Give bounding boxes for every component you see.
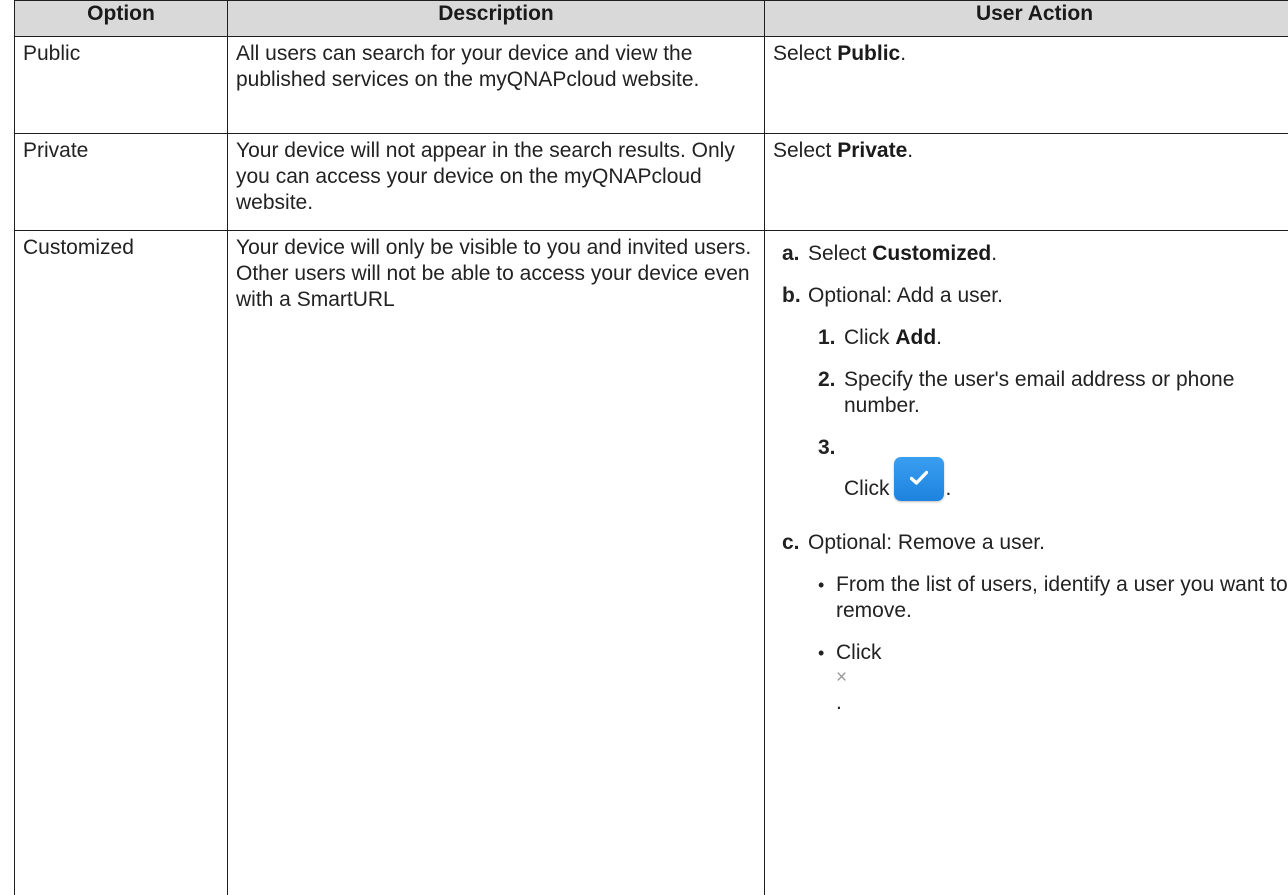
- substep-text: Click Add.: [844, 325, 1288, 351]
- description-cell: Your device will only be visible to you …: [228, 231, 765, 895]
- substep-2: 2. Specify the user's email address or p…: [818, 367, 1288, 419]
- step-a-bold: Customized: [872, 242, 991, 265]
- action-period: .: [900, 42, 906, 65]
- action-text: Select: [773, 42, 837, 65]
- checkmark-icon: [910, 470, 928, 486]
- substep-3-prefix: Click: [844, 477, 890, 500]
- option-cell: Public: [15, 37, 228, 134]
- step-c-body: Optional: Remove a user. • From the list…: [808, 530, 1288, 732]
- step-marker: c.: [782, 530, 808, 732]
- substep-3-suffix: .: [946, 477, 952, 500]
- substep-marker: 2.: [818, 367, 844, 419]
- substep-1-prefix: Click: [844, 326, 895, 349]
- step-b: b. Optional: Add a user. 1. Click Add. 2…: [782, 283, 1288, 518]
- confirm-button: [894, 457, 944, 501]
- bullet-2: • Click × .: [818, 640, 1288, 716]
- bullet-text: Click × .: [836, 640, 1288, 716]
- step-a-suffix: .: [991, 242, 997, 265]
- bullet-2-suffix: .: [836, 691, 842, 714]
- step-b-text: Optional: Add a user.: [808, 284, 1003, 307]
- bullet-marker: •: [818, 640, 836, 716]
- bullet-text: From the list of users, identify a user …: [836, 572, 1288, 624]
- step-text: Select Customized.: [808, 241, 1288, 267]
- action-cell: a. Select Customized. b. Optional: Add a…: [765, 231, 1288, 895]
- table-header-row: Option Description User Action: [15, 1, 1288, 37]
- table-row: Private Your device will not appear in t…: [15, 134, 1288, 231]
- table-row: Customized Your device will only be visi…: [15, 231, 1288, 895]
- description-cell: Your device will not appear in the searc…: [228, 134, 765, 231]
- bullet-1: • From the list of users, identify a use…: [818, 572, 1288, 624]
- substep-3: 3. Click.: [818, 435, 1288, 502]
- step-c-text: Optional: Remove a user.: [808, 531, 1045, 554]
- step-a-prefix: Select: [808, 242, 872, 265]
- step-marker: b.: [782, 283, 808, 518]
- description-cell: All users can search for your device and…: [228, 37, 765, 134]
- substep-text: Specify the user's email address or phon…: [844, 367, 1288, 419]
- customized-steps: a. Select Customized. b. Optional: Add a…: [773, 241, 1288, 732]
- step-a: a. Select Customized.: [782, 241, 1288, 267]
- action-option-name: Private: [837, 139, 907, 162]
- option-cell: Private: [15, 134, 228, 231]
- header-user-action: User Action: [765, 1, 1288, 37]
- action-cell: Select Public.: [765, 37, 1288, 134]
- substep-marker: 1.: [818, 325, 844, 351]
- table-row: Public All users can search for your dev…: [15, 37, 1288, 134]
- substep-1-suffix: .: [936, 326, 942, 349]
- options-table: Option Description User Action Public Al…: [14, 0, 1288, 895]
- action-option-name: Public: [837, 42, 900, 65]
- header-description: Description: [228, 1, 765, 37]
- option-cell: Customized: [15, 231, 228, 895]
- action-text: Select: [773, 139, 837, 162]
- step-c: c. Optional: Remove a user. • From the l…: [782, 530, 1288, 732]
- action-period: .: [907, 139, 913, 162]
- close-icon: ×: [836, 666, 1288, 690]
- substep-marker: 3.: [818, 435, 844, 502]
- substep-text: Click.: [844, 435, 1288, 502]
- step-marker: a.: [782, 241, 808, 267]
- substep-1: 1. Click Add.: [818, 325, 1288, 351]
- step-c-bullets: • From the list of users, identify a use…: [808, 572, 1288, 716]
- substep-1-bold: Add: [895, 326, 936, 349]
- bullet-marker: •: [818, 572, 836, 624]
- step-b-substeps: 1. Click Add. 2. Specify the user's emai…: [808, 325, 1288, 502]
- header-option: Option: [15, 1, 228, 37]
- step-b-body: Optional: Add a user. 1. Click Add. 2. S…: [808, 283, 1288, 518]
- bullet-2-prefix: Click: [836, 641, 882, 664]
- action-cell: Select Private.: [765, 134, 1288, 231]
